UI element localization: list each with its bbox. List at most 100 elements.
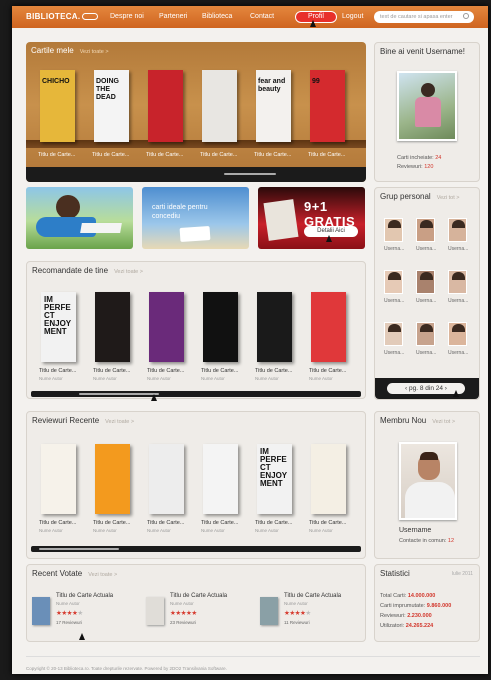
book-cover[interactable] xyxy=(95,292,130,362)
shelf-scrollbar[interactable] xyxy=(26,167,366,182)
voted-book-title[interactable]: Titlu de Carte Actuala xyxy=(170,593,227,599)
recommended-scroll-thumb[interactable] xyxy=(79,393,159,395)
book-cover[interactable] xyxy=(311,292,346,362)
nav-item-partners[interactable]: Parteneri xyxy=(159,13,187,20)
book-cover[interactable]: fear and beauty xyxy=(256,70,291,142)
book-caption[interactable]: Titlu de Carte... xyxy=(309,368,353,374)
book-cover[interactable] xyxy=(203,444,238,514)
site-logo[interactable]: BIBLIOTECA. xyxy=(26,12,99,21)
review-count[interactable]: 11 Reviewuri xyxy=(284,620,310,625)
review-count[interactable]: 17 Reviewuri xyxy=(56,620,82,625)
reviews-scrollbar[interactable] xyxy=(31,546,361,552)
group-user-avatar[interactable] xyxy=(384,322,403,346)
book-caption[interactable]: Titlu de Carte... xyxy=(146,152,190,158)
book-caption[interactable]: Titlu de Carte... xyxy=(200,152,244,158)
book-cover[interactable] xyxy=(257,292,292,362)
rating-stars[interactable]: ★★★★★ xyxy=(56,609,83,617)
nav-item-library[interactable]: Biblioteca xyxy=(202,13,232,20)
group-user-avatar[interactable] xyxy=(416,322,435,346)
group-user-name[interactable]: Userna... xyxy=(448,350,474,356)
user-avatar[interactable] xyxy=(397,71,457,141)
promo-vacation[interactable]: carti ideale pentru concediu xyxy=(142,187,249,249)
book-caption[interactable]: Titlu de Carte... xyxy=(38,152,82,158)
book-caption[interactable]: Titlu de Carte... xyxy=(255,520,299,526)
search-input[interactable] xyxy=(374,11,474,23)
group-view-all[interactable]: Vezi tot > xyxy=(437,195,460,201)
book-cover[interactable]: DOING THE DEAD xyxy=(94,70,129,142)
my-books-title: Cartile mele Vezi toate > xyxy=(31,46,109,55)
book-caption[interactable]: Titlu de Carte... xyxy=(255,368,299,374)
search-icon[interactable] xyxy=(463,13,469,19)
group-user-avatar[interactable] xyxy=(384,218,403,242)
promo-offer[interactable]: 9+1 GRATIS Detalii Aici xyxy=(258,187,365,249)
review-count[interactable]: 23 Reviewuri xyxy=(170,620,196,625)
voted-item[interactable]: Titlu de Carte Actuala Nume Autor ★★★★★ 17 … xyxy=(32,589,142,635)
book-cover[interactable]: CHICHO xyxy=(40,70,75,142)
group-user-avatar[interactable] xyxy=(384,270,403,294)
group-user-name[interactable]: Userna... xyxy=(384,246,410,252)
new-member-view-all[interactable]: Vezi tot > xyxy=(432,419,455,425)
group-user-name[interactable]: Userna... xyxy=(416,350,442,356)
book-caption[interactable]: Titlu de Carte... xyxy=(254,152,298,158)
voted-book-title[interactable]: Titlu de Carte Actuala xyxy=(56,593,113,599)
recommended-scrollbar[interactable] xyxy=(31,391,361,397)
book-cover[interactable]: IM PERFECT ENJOY MENT xyxy=(257,444,292,514)
nav-item-about[interactable]: Despre noi xyxy=(110,13,144,20)
group-user-avatar[interactable] xyxy=(416,270,435,294)
book-cover[interactable] xyxy=(311,444,346,514)
avatar-hair xyxy=(452,324,465,332)
nav-item-profile[interactable]: Profil xyxy=(295,11,337,23)
rating-stars[interactable]: ★★★★★ xyxy=(170,609,197,617)
book-caption[interactable]: Titlu de Carte... xyxy=(39,368,83,374)
book-cover[interactable]: 99 xyxy=(310,70,345,142)
reviews-scroll-thumb[interactable] xyxy=(39,548,119,550)
votes-view-all[interactable]: Vezi toate > xyxy=(88,572,117,578)
group-user-avatar[interactable] xyxy=(448,270,467,294)
book-caption[interactable]: Titlu de Carte... xyxy=(39,520,83,526)
book-cover[interactable]: IM PERFECT ENJOY MENT xyxy=(41,292,76,362)
group-user-name[interactable]: Userna... xyxy=(416,298,442,304)
book-caption[interactable]: Titlu de Carte... xyxy=(201,520,245,526)
nav-item-contact[interactable]: Contact xyxy=(250,13,274,20)
book-cover[interactable] xyxy=(149,292,184,362)
shelf-scroll-thumb[interactable] xyxy=(224,173,276,175)
book-cover[interactable] xyxy=(41,444,76,514)
new-member-avatar[interactable] xyxy=(399,442,457,520)
book-caption[interactable]: Titlu de Carte... xyxy=(147,368,191,374)
votes-title: Recent Votate Vezi toate > xyxy=(32,569,118,578)
book-cover[interactable] xyxy=(149,444,184,514)
book-caption[interactable]: Titlu de Carte... xyxy=(201,368,245,374)
book-caption[interactable]: Titlu de Carte... xyxy=(147,520,191,526)
book-cover[interactable] xyxy=(148,70,183,142)
book-caption[interactable]: Titlu de Carte... xyxy=(309,520,353,526)
group-user-name[interactable]: Userna... xyxy=(384,350,410,356)
book-cover[interactable] xyxy=(202,70,237,142)
book-caption[interactable]: Titlu de Carte... xyxy=(308,152,352,158)
my-books-view-all[interactable]: Vezi toate > xyxy=(80,49,109,55)
reviews-view-all[interactable]: Vezi toate > xyxy=(105,419,134,425)
new-member-username[interactable]: Username xyxy=(399,527,431,534)
book-caption[interactable]: Titlu de Carte... xyxy=(93,368,137,374)
group-user-name[interactable]: Userna... xyxy=(384,298,410,304)
group-user-avatar[interactable] xyxy=(448,218,467,242)
recommended-view-all[interactable]: Vezi toate > xyxy=(114,269,143,275)
group-user-avatar[interactable] xyxy=(448,322,467,346)
voted-book-thumb[interactable] xyxy=(260,597,278,625)
book-caption[interactable]: Titlu de Carte... xyxy=(93,520,137,526)
rating-stars[interactable]: ★★★★★ xyxy=(284,609,311,617)
voted-book-title[interactable]: Titlu de Carte Actuala xyxy=(284,593,341,599)
book-cover[interactable] xyxy=(95,444,130,514)
voted-item[interactable]: Titlu de Carte Actuala Nume Autor ★★★★★ 11 … xyxy=(260,589,370,635)
voted-item[interactable]: Titlu de Carte Actuala Nume Autor ★★★★★ 23 … xyxy=(146,589,256,635)
voted-book-thumb[interactable] xyxy=(146,597,164,625)
voted-book-thumb[interactable] xyxy=(32,597,50,625)
book-caption[interactable]: Titlu de Carte... xyxy=(92,152,136,158)
pager-next-icon[interactable]: › xyxy=(443,385,447,392)
logout-link[interactable]: Logout xyxy=(342,13,363,20)
group-user-name[interactable]: Userna... xyxy=(448,298,474,304)
book-cover[interactable] xyxy=(203,292,238,362)
group-user-name[interactable]: Userna... xyxy=(448,246,474,252)
promo-reading-kid[interactable] xyxy=(26,187,133,249)
group-user-avatar[interactable] xyxy=(416,218,435,242)
group-user-name[interactable]: Userna... xyxy=(416,246,442,252)
